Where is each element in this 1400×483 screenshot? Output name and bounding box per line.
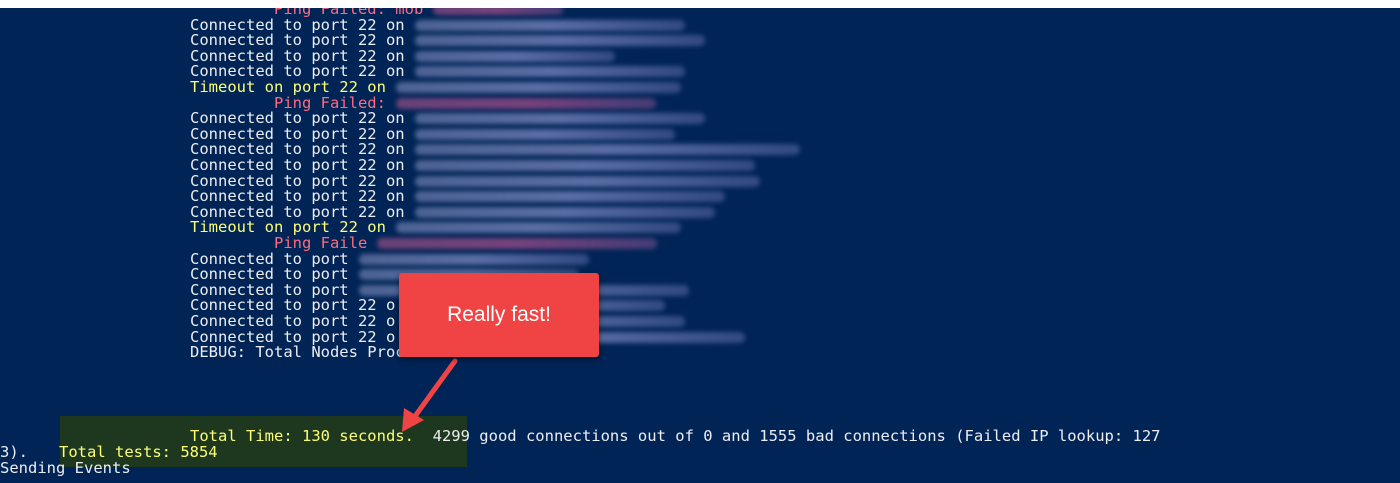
sending-events-line: Sending Events (0, 459, 131, 477)
powershell-console: Ping Failed: mob Connected to port 22 on C… (0, 8, 1400, 483)
really-fast-callout: Really fast! (399, 273, 599, 357)
total-time-line: Total Time: 130 seconds. 4299 good conne… (190, 427, 1161, 445)
redacted-hostname (414, 175, 760, 187)
redacted-hostname (414, 50, 615, 62)
redacted-hostname (433, 8, 564, 15)
redacted-hostname (414, 144, 800, 156)
summary-text: 4299 good connections out of 0 and 1555 … (413, 427, 1161, 445)
partial-line (0, 477, 400, 483)
redacted-hostname (414, 160, 755, 171)
redacted-hostname (414, 128, 675, 140)
redacted-hostname (414, 19, 685, 31)
redacted-hostname (358, 253, 589, 265)
redacted-hostname (377, 238, 658, 249)
redacted-hostname (414, 113, 705, 125)
redacted-hostname (395, 82, 681, 93)
redacted-hostname (395, 97, 656, 109)
redacted-hostname (414, 191, 725, 203)
redacted-hostname (414, 35, 705, 47)
redacted-hostname (414, 206, 715, 218)
total-time-text: Total Time: 130 seconds. (190, 427, 414, 445)
redacted-hostname (414, 66, 685, 78)
redacted-hostname (395, 222, 681, 234)
